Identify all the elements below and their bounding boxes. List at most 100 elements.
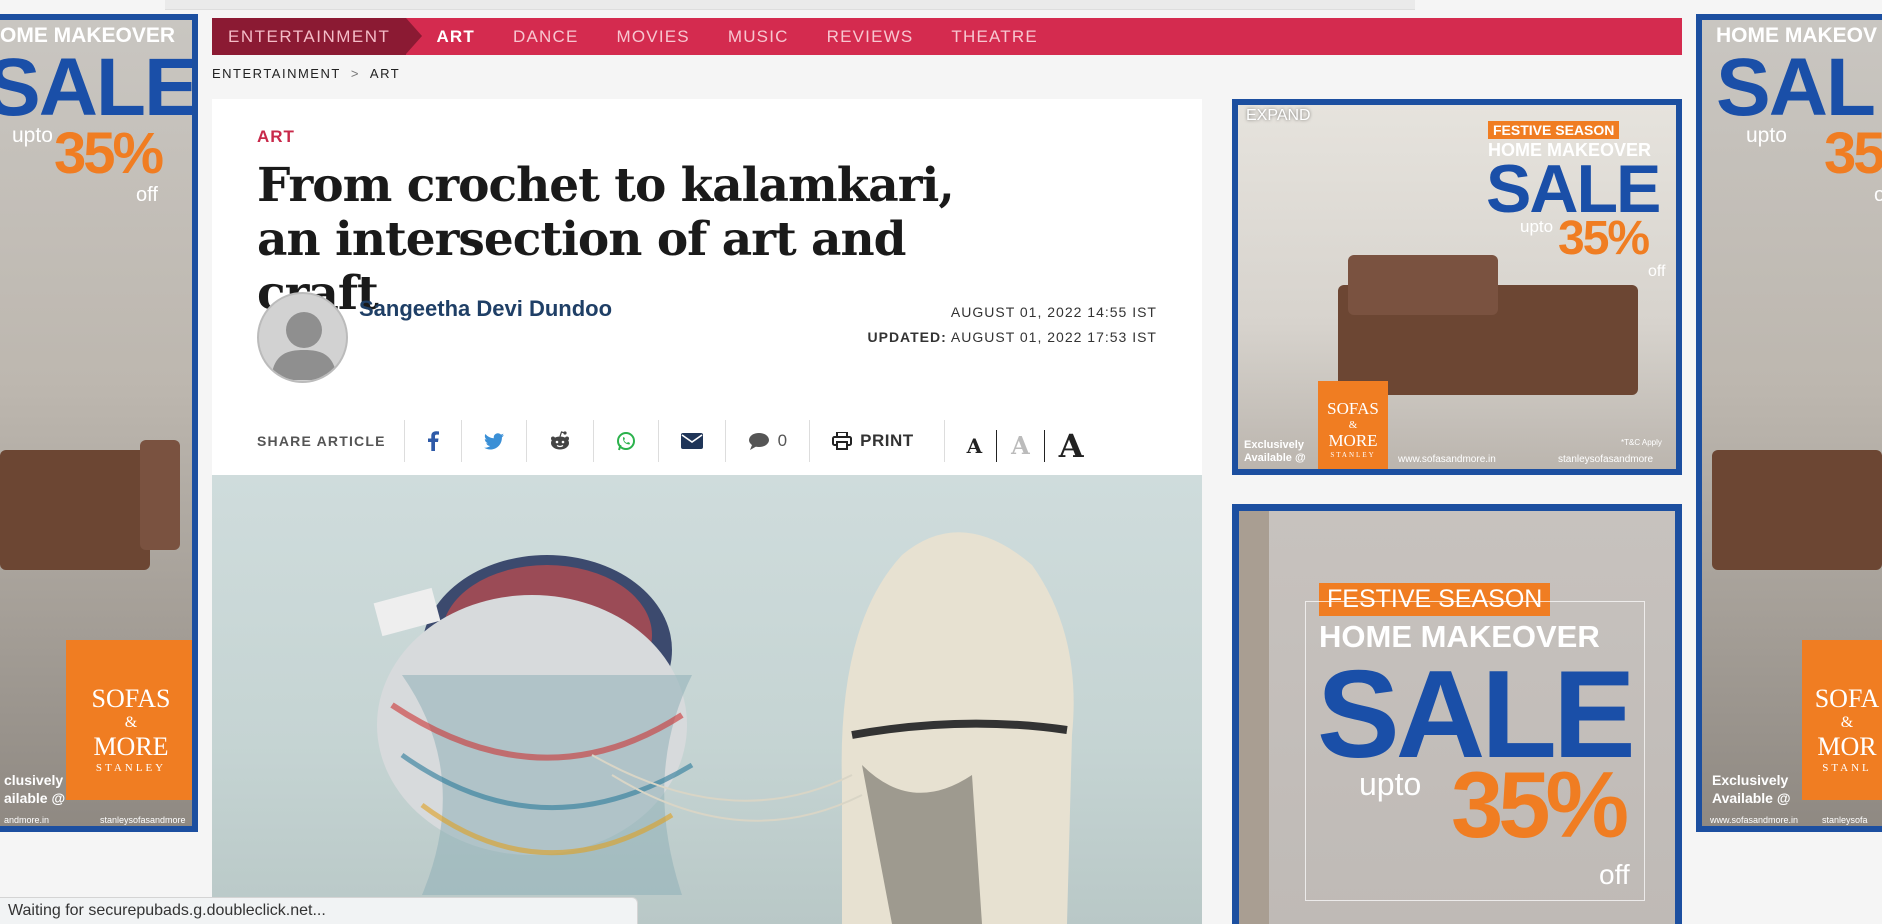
font-size-small-button[interactable]: A (953, 430, 998, 462)
nav-item-reviews[interactable]: REVIEWS (827, 27, 914, 47)
ad-percent-text: 35 (1824, 121, 1882, 186)
ad-exclusively: clusively (4, 772, 64, 788)
updated-row: UPDATED: AUGUST 01, 2022 17:53 IST (868, 325, 1158, 350)
ad-exclusively: Exclusively (1712, 772, 1789, 788)
logo-line-sofas: SOFAS (91, 684, 171, 713)
ad-upto-text: upto (12, 124, 53, 147)
whatsapp-icon (616, 432, 635, 451)
article-header-card: ART From crochet to kalamkari, an inters… (212, 99, 1202, 475)
ad-sale-text: SAL (1716, 42, 1876, 133)
right-ad-bottom[interactable]: FESTIVE SEASON HOME MAKEOVER SALE upto 3… (1232, 504, 1682, 924)
ad-off-text: o (1874, 184, 1882, 207)
ad-website: www.sofasandmore.in (1398, 454, 1496, 465)
ad-available: Available @ (1244, 452, 1306, 464)
ad-social: stanleysofa (1822, 815, 1868, 825)
top-scroll-strip (165, 0, 1415, 10)
article-hero-image[interactable] (212, 475, 1202, 924)
share-toolbar: SHARE ARTICLE 0 PRINT A A A (257, 419, 1157, 463)
section-nav: ENTERTAINMENT ART DANCE MOVIES MUSIC REV… (212, 18, 1682, 55)
twitter-icon (483, 432, 504, 449)
email-share-button[interactable] (657, 420, 725, 462)
ad-percent-text: 35% (54, 121, 164, 186)
ad-website: www.sofasandmore.in (1710, 815, 1799, 825)
beaded-sculpture-photo (373, 532, 1074, 924)
ad-upto-text: upto (1359, 766, 1422, 802)
logo-line-more: MOR (1817, 732, 1877, 761)
print-button[interactable]: PRINT (809, 420, 936, 462)
share-label: SHARE ARTICLE (257, 433, 386, 449)
ad-expand-button[interactable]: EXPAND (1246, 107, 1311, 125)
ad-festive-label: FESTIVE SEASON (1488, 121, 1620, 139)
logo-line-sofas: SOFA (1814, 684, 1880, 713)
font-size-controls: A A A (943, 420, 1098, 462)
ad-percent-text: 35% (1451, 752, 1629, 857)
logo-line-more: MORE (1328, 431, 1378, 450)
email-icon (680, 433, 703, 449)
right-side-ad[interactable]: HOME MAKEOV SAL upto 35 o SOFA & MOR STA… (1696, 14, 1882, 832)
ad-off-text: off (1599, 859, 1630, 890)
comment-icon (748, 433, 769, 450)
sofas-more-logo: SOFAS & MORE STANLEY (66, 640, 192, 800)
breadcrumb: ENTERTAINMENT > ART (212, 66, 400, 81)
ad-festive-label: FESTIVE SEASON (1319, 583, 1551, 616)
logo-line-stanley: STANLEY (95, 762, 167, 774)
avatar-silhouette-icon (271, 312, 337, 380)
comment-count: 0 (777, 431, 788, 450)
comments-button[interactable]: 0 (724, 420, 809, 462)
font-size-medium-button[interactable]: A (997, 430, 1045, 462)
ad-social: stanleysofasandmore (100, 815, 186, 825)
ad-available: ailable @ (4, 790, 66, 806)
logo-line-amp: & (1840, 714, 1854, 731)
ad-exclusively: Exclusively (1244, 439, 1304, 451)
article-dateline: AUGUST 01, 2022 14:55 IST UPDATED: AUGUS… (868, 300, 1158, 350)
sofa-image (1712, 450, 1882, 570)
ad-percent-text: 35% (1558, 212, 1650, 265)
sofa-image (0, 450, 150, 570)
sofas-more-logo: SOFAS & MORE STANLEY (1318, 381, 1388, 469)
nav-item-art[interactable]: ART (436, 27, 475, 47)
print-label: PRINT (860, 431, 914, 450)
facebook-share-button[interactable] (403, 420, 461, 462)
right-ad-top[interactable]: EXPAND FESTIVE SEASON HOME MAKEOVER SALE… (1232, 99, 1682, 475)
nav-item-dance[interactable]: DANCE (513, 27, 579, 47)
twitter-share-button[interactable] (460, 420, 526, 462)
nav-item-theatre[interactable]: THEATRE (951, 27, 1037, 47)
logo-line-more: MORE (93, 732, 169, 761)
font-size-large-button[interactable]: A (1045, 430, 1098, 462)
updated-date: AUGUST 01, 2022 17:53 IST (950, 329, 1157, 345)
nav-item-movies[interactable]: MOVIES (617, 27, 690, 47)
reddit-icon (550, 431, 569, 450)
ad-off-text: off (136, 184, 158, 206)
logo-line-sofas: SOFAS (1327, 399, 1379, 418)
breadcrumb-entertainment[interactable]: ENTERTAINMENT (212, 66, 341, 81)
whatsapp-share-button[interactable] (592, 420, 658, 462)
ad-available: Available @ (1712, 790, 1791, 806)
ad-wall-edge (1239, 511, 1269, 924)
nav-item-music[interactable]: MUSIC (728, 27, 789, 47)
logo-line-amp: & (124, 714, 138, 731)
ad-website: andmore.in (4, 815, 50, 825)
ad-tnc: *T&C Apply (1621, 438, 1662, 447)
nav-items: ART DANCE MOVIES MUSIC REVIEWS THEATRE (436, 27, 1075, 47)
author-avatar[interactable] (257, 292, 348, 383)
logo-line-stanley: STANL (1822, 762, 1872, 774)
sofas-more-logo: SOFA & MOR STANL (1802, 640, 1882, 800)
updated-label: UPDATED: (867, 329, 947, 345)
author-name[interactable]: Sangeetha Devi Dundoo (359, 296, 612, 322)
ad-off-text: off (1648, 263, 1666, 280)
logo-line-stanley: STANLEY (1330, 451, 1376, 459)
browser-status-bar: Waiting for securepubads.g.doubleclick.n… (0, 897, 638, 924)
article-kicker[interactable]: ART (257, 127, 295, 147)
reddit-share-button[interactable] (525, 420, 593, 462)
ad-social: stanleysofasandmore (1558, 454, 1654, 465)
breadcrumb-art[interactable]: ART (370, 66, 400, 81)
sofa-back-image (1348, 255, 1498, 315)
ad-upto-text: upto (1746, 124, 1787, 147)
nav-section-entertainment[interactable]: ENTERTAINMENT (212, 18, 423, 55)
ad-upto-text: upto (1520, 217, 1554, 236)
ad-sale-text: SALE (0, 42, 197, 133)
breadcrumb-separator: > (350, 66, 360, 81)
print-icon (832, 432, 853, 450)
logo-line-amp: & (1348, 419, 1358, 431)
left-side-ad[interactable]: OME MAKEOVER SALE upto 35% off SOFAS & M… (0, 14, 198, 832)
